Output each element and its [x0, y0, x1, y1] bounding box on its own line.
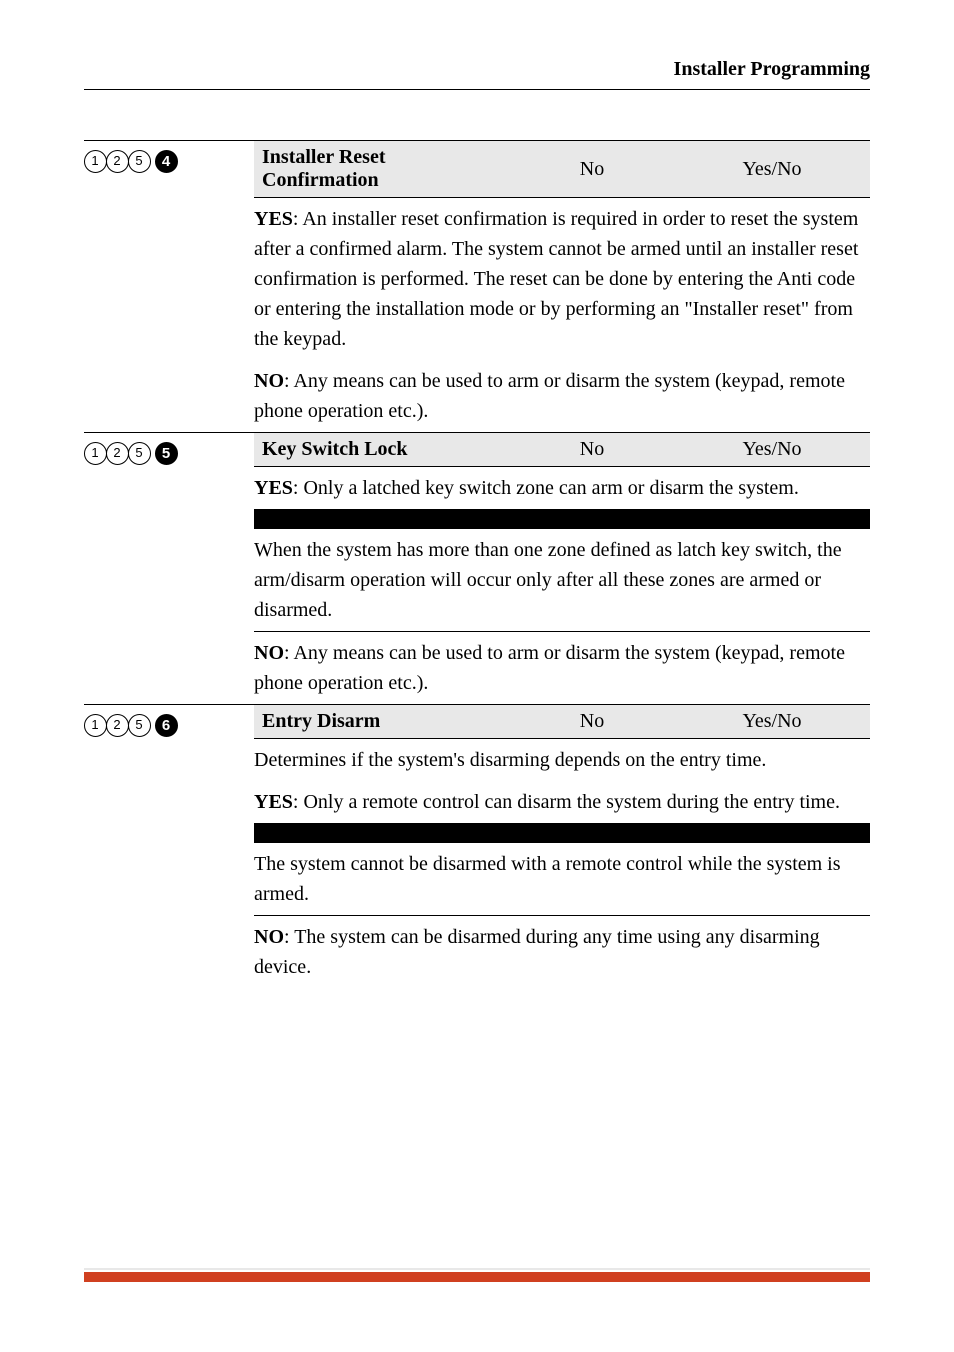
description: YES: An installer reset confirmation is … — [254, 198, 870, 360]
section: 1254 Installer Reset Confirmation No Yes… — [84, 141, 870, 432]
digit-icon: 5 — [128, 714, 151, 737]
digit-icon-bold: 6 — [155, 714, 178, 737]
param-header: Entry Disarm No Yes/No — [254, 705, 870, 738]
code-cell: 1254 — [84, 141, 254, 432]
digit-icon: 1 — [84, 442, 107, 465]
description: NO: Any means can be used to arm or disa… — [254, 632, 870, 704]
footer — [84, 1268, 870, 1282]
digit-icon-bold: 4 — [155, 150, 178, 173]
digit-icon-bold: 5 — [155, 442, 178, 465]
black-bar — [254, 509, 870, 529]
footer-red-bar — [84, 1272, 870, 1282]
param-range: Yes/No — [682, 438, 862, 461]
header-rule — [84, 89, 870, 90]
description: NO: The system can be disarmed during an… — [254, 916, 870, 988]
description: NO: Any means can be used to arm or disa… — [254, 360, 870, 432]
code-cell: 1256 — [84, 705, 254, 988]
param-title: Entry Disarm — [262, 710, 502, 733]
digit-icon: 2 — [106, 442, 129, 465]
param-default: No — [502, 158, 682, 181]
param-header: Installer Reset Confirmation No Yes/No — [254, 141, 870, 197]
note-box: When the system has more than one zone d… — [254, 529, 870, 631]
digit-icon: 1 — [84, 714, 107, 737]
digit-icon: 1 — [84, 150, 107, 173]
param-title: Key Switch Lock — [262, 438, 502, 461]
param-default: No — [502, 438, 682, 461]
page-header: Installer Programming — [674, 58, 870, 81]
digit-icon: 5 — [128, 442, 151, 465]
param-header: Key Switch Lock No Yes/No — [254, 433, 870, 466]
param-default: No — [502, 710, 682, 733]
section: 1256 Entry Disarm No Yes/No Determines i… — [84, 705, 870, 988]
black-bar — [254, 823, 870, 843]
digit-icon: 5 — [128, 150, 151, 173]
description: Determines if the system's disarming dep… — [254, 739, 870, 781]
param-range: Yes/No — [682, 710, 862, 733]
param-range: Yes/No — [682, 158, 862, 181]
footer-top-line — [84, 1268, 870, 1270]
description: YES: Only a remote control can disarm th… — [254, 781, 870, 823]
code-cell: 1255 — [84, 433, 254, 704]
note-box: The system cannot be disarmed with a rem… — [254, 843, 870, 915]
section: 1255 Key Switch Lock No Yes/No YES: Only… — [84, 433, 870, 704]
digit-icon: 2 — [106, 714, 129, 737]
param-title: Installer Reset Confirmation — [262, 146, 502, 192]
digit-icon: 2 — [106, 150, 129, 173]
description: YES: Only a latched key switch zone can … — [254, 467, 870, 509]
